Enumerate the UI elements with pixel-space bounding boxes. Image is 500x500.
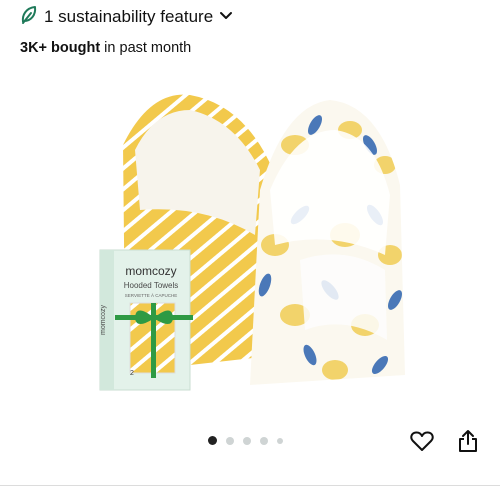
heart-icon [410,430,434,457]
purchase-count-text: 3K+ bought in past month [20,40,191,56]
packaging-box: momcozy momcozy Hooded Towels SERVIETTE … [99,249,193,391]
product-image[interactable]: momcozy momcozy Hooded Towels SERVIETTE … [95,85,415,395]
carousel-dot-5[interactable] [277,437,283,444]
carousel-dot-1[interactable] [208,436,217,445]
chevron-down-icon [219,8,233,26]
share-button[interactable] [455,429,481,458]
box-count: 2 [130,370,134,377]
purchase-count: 3K+ bought [20,40,101,56]
box-brand: momcozy [125,264,176,278]
box-title: Hooded Towels [124,281,179,290]
purchase-count-suffix: in past month [100,40,192,56]
wishlist-button[interactable] [409,430,435,456]
box-side-brand: momcozy [100,305,107,335]
carousel-dot-2[interactable] [226,436,234,445]
sustainability-feature-dropdown[interactable]: 1 sustainability feature [20,5,233,30]
carousel-dot-4[interactable] [260,436,268,445]
divider [0,485,500,486]
share-icon [457,429,479,458]
carousel-dot-3[interactable] [243,436,251,445]
carousel-indicator[interactable] [208,436,283,445]
sustainability-feature-label: 1 sustainability feature [44,7,214,26]
box-subtitle: SERVIETTE À CAPUCHE [125,292,177,298]
lemon-print-towel [250,100,405,385]
leaf-icon [20,5,38,30]
